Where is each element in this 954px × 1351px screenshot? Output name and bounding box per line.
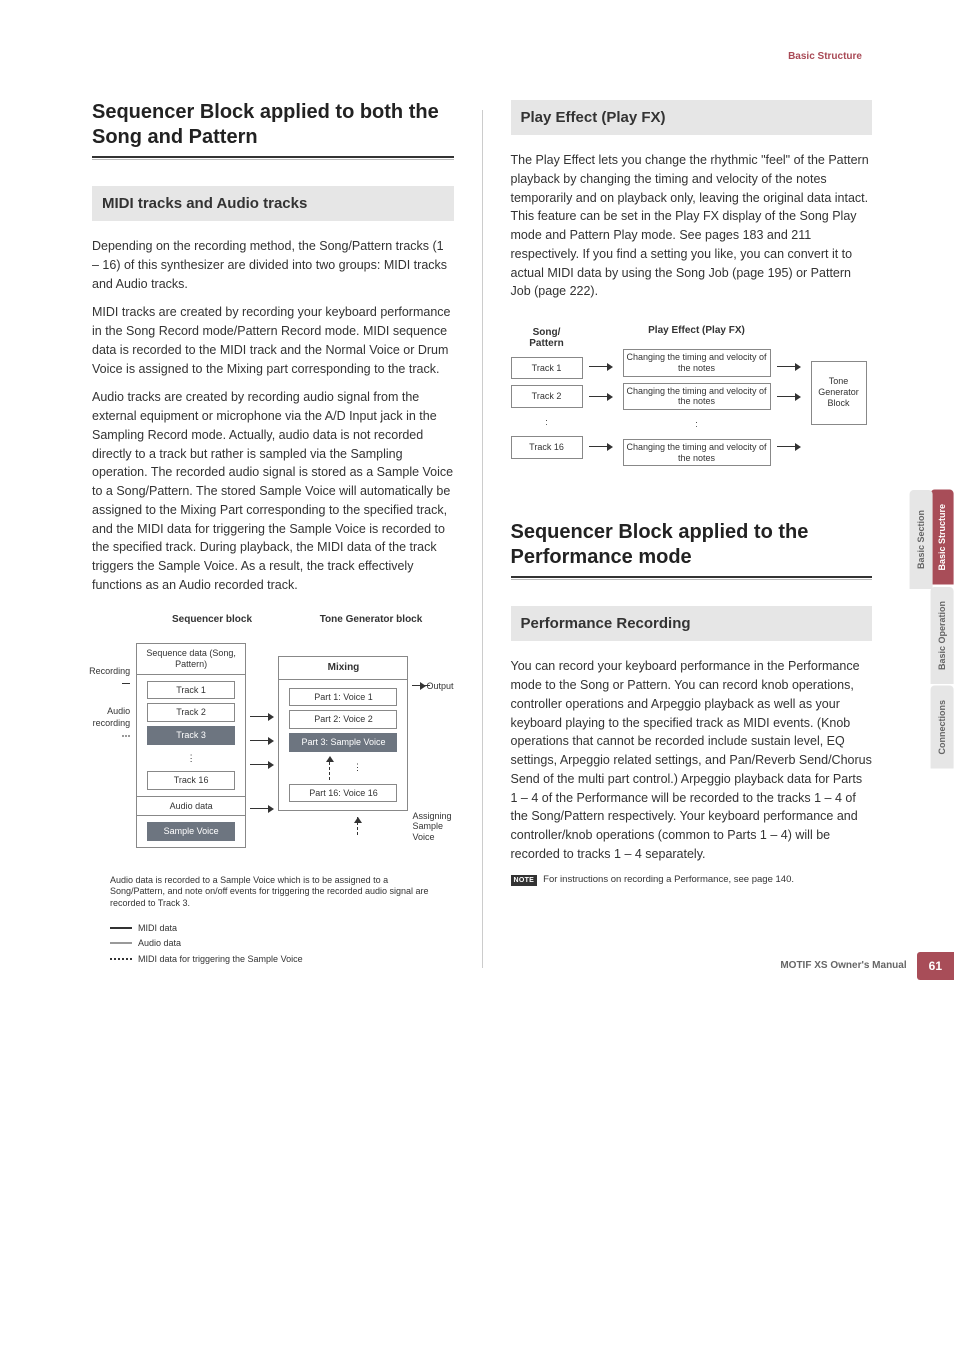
arrow-right-icon [589,442,613,452]
arrow-column [589,334,617,452]
arrow-right-icon [777,362,801,372]
side-tab-basic-section[interactable]: Basic Section [910,490,933,589]
paragraph: Depending on the recording method, the S… [92,237,454,293]
part-box: Part 1: Voice 1 [289,688,397,707]
track-box: Track 1 [147,681,235,700]
h2-rule [92,156,454,160]
arrow-column [250,678,274,814]
legend-label: MIDI data for triggering the Sample Voic… [138,953,303,966]
output-label: Output [426,680,453,693]
assigning-label: Assigning Sample Voice [412,811,453,843]
sequencer-column: Sequence data (Song, Pattern) Track 1 Tr… [136,643,246,848]
side-tabs-inner: Basic Section [910,490,933,589]
arrow-right-icon [777,392,801,402]
dg2-playfx-column: Play Effect (Play FX) Changing the timin… [623,319,771,466]
part-box: Part 16: Voice 16 [289,784,397,803]
seq-block-header: Sequencer block [152,613,272,627]
left-column: Sequencer Block applied to both the Song… [92,100,454,968]
playfx-box: Changing the timing and velocity of the … [623,439,771,467]
track-box: Track 2 [147,703,235,722]
part-box: Part 2: Voice 2 [289,710,397,729]
sample-voice-box: Sample Voice [147,822,235,841]
arrow-up-dotted-icon [353,817,363,835]
arrow-right-icon [250,804,274,814]
footer-manual-title: MOTIF XS Owner's Manual [780,959,906,973]
audio-data-title: Audio data [137,796,245,817]
arrow-column [777,334,805,452]
play-effect-label: Play Effect (Play FX) [623,319,771,343]
column-divider [482,110,483,968]
legend-label: MIDI data [138,922,177,935]
page-header-section: Basic Structure [788,50,862,64]
tone-generator-column: Mixing Part 1: Voice 1 Part 2: Voice 2 P… [278,656,408,811]
note-text: For instructions on recording a Performa… [543,874,794,886]
seq-data-title: Sequence data (Song, Pattern) [137,644,245,675]
page-number: 61 [917,952,954,981]
paragraph: MIDI tracks are created by recording you… [92,303,454,378]
paragraph: You can record your keyboard performance… [511,657,873,863]
track-box: Track 16 [147,771,235,790]
track-box: Track 1 [511,357,583,380]
output-column: Output Assigning Sample Voice [412,648,453,843]
side-tab-basic-operation[interactable]: Basic Operation [931,587,954,684]
note-row: NOTE For instructions on recording a Per… [511,874,873,887]
diagram-legend: MIDI data Audio data MIDI data for trigg… [110,922,454,966]
legend-line-solid-icon [110,927,132,929]
note-badge-icon: NOTE [511,875,538,887]
ellipsis: ⋮ [353,761,362,774]
h3-performance-recording: Performance Recording [511,606,873,641]
side-tab-basic-structure[interactable]: Basic Structure [931,490,954,585]
mixing-title: Mixing [279,657,407,680]
track-box-highlighted: Track 3 [147,726,235,745]
track-box: Track 16 [511,436,583,459]
h2-rule [511,576,873,580]
arrow-right-icon [589,362,613,372]
arrow-right-icon [250,760,274,770]
tone-generator-block-box: Tone Generator Block [811,361,867,425]
page-footer: MOTIF XS Owner's Manual 61 [780,952,954,981]
paragraph: The Play Effect lets you change the rhyt… [511,151,873,301]
h3-play-effect: Play Effect (Play FX) [511,100,873,135]
side-tabs-outer: Basic Structure Basic Operation Connecti… [931,490,954,768]
arrow-right-icon [777,442,801,452]
side-tab-connections[interactable]: Connections [931,686,954,769]
ellipsis: : [511,414,583,431]
legend-label: Audio data [138,937,181,950]
playfx-box: Changing the timing and velocity of the … [623,383,771,411]
part-box-highlighted: Part 3: Sample Voice [289,733,397,752]
right-column: Play Effect (Play FX) The Play Effect le… [511,100,873,968]
h2-seq-block-performance: Sequencer Block applied to the Performan… [511,520,873,576]
playfx-box: Changing the timing and velocity of the … [623,349,771,377]
arrow-right-icon [412,681,426,691]
diagram-left-labels: Recording Audio recording [92,631,132,861]
ellipsis: : [623,416,771,433]
h3-midi-audio-tracks: MIDI tracks and Audio tracks [92,186,454,221]
recording-label: Recording [89,665,130,690]
ellipsis: ⋮ [187,749,196,768]
arrow-right-icon [589,392,613,402]
song-pattern-label: Song/ Pattern [511,327,583,351]
legend-line-dotted-icon [110,958,132,960]
diagram-caption: Audio data is recorded to a Sample Voice… [110,875,444,910]
paragraph: Audio tracks are created by recording au… [92,388,454,594]
arrow-right-icon [250,712,274,722]
arrow-up-icon [325,756,335,780]
tg-block-header: Tone Generator block [306,613,436,627]
arrow-right-icon [250,736,274,746]
play-effect-diagram: Song/ Pattern Track 1 Track 2 : Track 16… [511,319,873,466]
legend-line-grey-icon [110,942,132,944]
dg2-tracks-column: Song/ Pattern Track 1 Track 2 : Track 16 [511,327,583,459]
track-box: Track 2 [511,385,583,408]
h2-seq-block-song-pattern: Sequencer Block applied to both the Song… [92,100,454,156]
audio-recording-label: Audio recording [92,705,130,743]
sequencer-tone-generator-diagram: Sequencer block Tone Generator block Rec… [92,613,454,966]
